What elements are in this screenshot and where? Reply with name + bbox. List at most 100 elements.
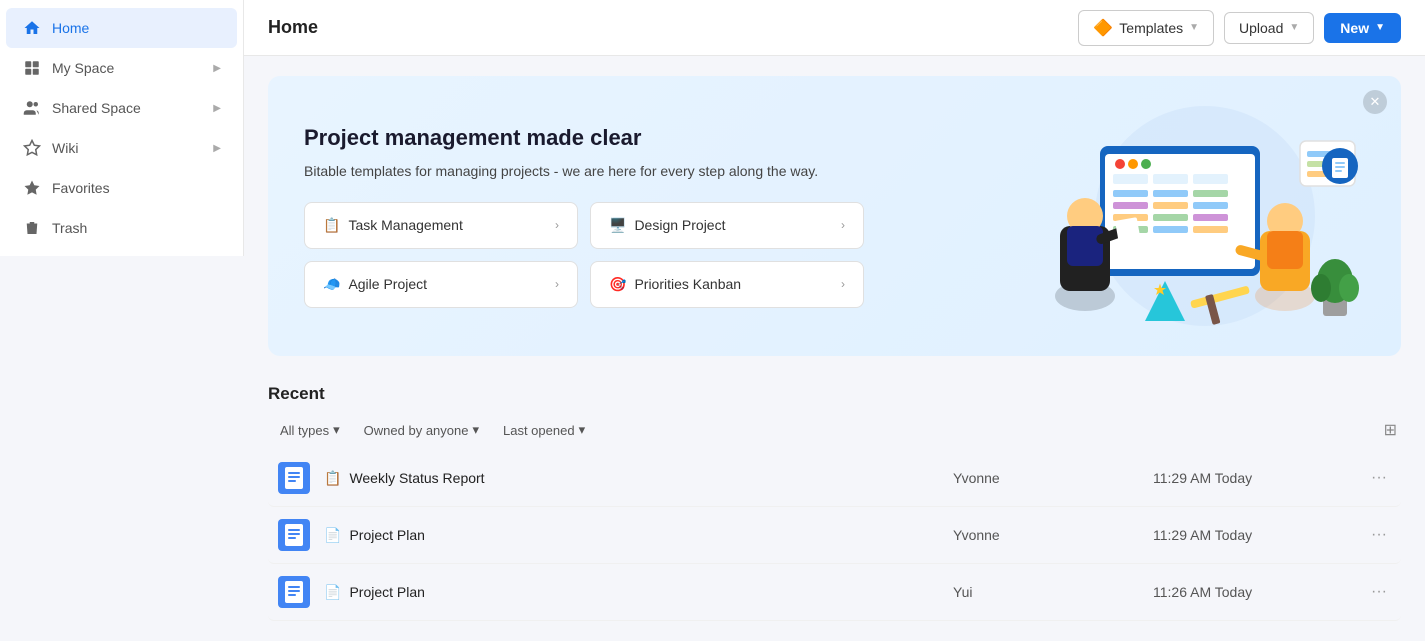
sharedspace-icon [22,98,42,118]
trash-icon [22,218,42,238]
agile-project-emoji: 🧢 [323,276,340,293]
agile-project-label: Agile Project [348,276,427,292]
type-filter-arrow: ▾ [333,422,340,438]
chevron-right-icon: › [841,218,845,232]
table-row[interactable]: 📄 Project Plan Yui 11:26 AM Today ··· [268,564,1401,621]
more-options-button[interactable]: ··· [1365,579,1393,605]
row-doc-icon [276,574,312,610]
more-options-button[interactable]: ··· [1365,522,1393,548]
row-doc-icon [276,517,312,553]
banner-cards: 📋 Task Management › 🖥️ Design Project › [304,202,864,308]
row-owner: Yvonne [953,527,1153,543]
row-prefix-emoji: 📋 [324,470,341,487]
recent-filters: All types ▾ Owned by anyone ▾ Last opene… [268,418,1401,442]
sidebar-item-label: Shared Space [52,100,141,116]
banner-text-section: Project management made clear Bitable te… [304,125,864,308]
owner-filter-label: Owned by anyone [364,423,469,438]
upload-arrow: ▼ [1289,22,1299,33]
recent-table: 📋 Weekly Status Report Yvonne 11:29 AM T… [268,450,1401,621]
sidebar-item-label: Trash [52,220,87,236]
owner-filter[interactable]: Owned by anyone ▾ [356,418,487,442]
row-actions: ··· [1353,522,1393,548]
dropdown-arrow: ▼ [1189,22,1199,33]
new-label: New [1340,20,1369,36]
chevron-right-icon: › [555,218,559,232]
row-filename: 📄 Project Plan [324,527,953,544]
banner-card-task-management[interactable]: 📋 Task Management › [304,202,578,249]
design-project-emoji: 🖥️ [609,217,626,234]
date-filter-label: Last opened [503,423,575,438]
home-icon [22,18,42,38]
page-title: Home [268,17,318,38]
table-row[interactable]: 📄 Project Plan Yvonne 11:29 AM Today ··· [268,507,1401,564]
banner-subtext: Bitable templates for managing projects … [304,161,864,182]
sidebar-item-label: Wiki [52,140,78,156]
sidebar-item-home[interactable]: Home [6,8,237,48]
row-owner: Yvonne [953,470,1153,486]
sidebar-item-label: Favorites [52,180,110,196]
new-arrow: ▼ [1375,22,1385,33]
templates-label: Templates [1119,20,1183,36]
sidebar-item-label: My Space [52,60,114,76]
table-row[interactable]: 📋 Weekly Status Report Yvonne 11:29 AM T… [268,450,1401,507]
row-name-text: Project Plan [349,584,424,600]
banner-card-agile-project[interactable]: 🧢 Agile Project › [304,261,578,308]
design-project-label: Design Project [634,217,725,233]
chevron-right-icon: › [841,277,845,291]
upload-button[interactable]: Upload ▼ [1224,12,1314,44]
recent-section: Recent All types ▾ Owned by anyone ▾ Las… [268,384,1401,621]
row-filename: 📋 Weekly Status Report [324,470,953,487]
row-doc-icon [276,460,312,496]
priorities-kanban-label: Priorities Kanban [634,276,741,292]
sidebar-item-trash[interactable]: Trash [6,208,237,248]
sidebar-item-wiki[interactable]: Wiki ▶ [6,128,237,168]
sidebar-item-label: Home [52,20,89,36]
row-name-text: Project Plan [349,527,424,543]
type-filter[interactable]: All types ▾ [272,418,348,442]
sidebar-item-sharedspace[interactable]: Shared Space ▶ [6,88,237,128]
main-content: Home 🔶 Templates ▼ Upload ▼ New ▼ ✕ Proj… [244,0,1425,641]
page-content: ✕ Project management made clear Bitable … [244,56,1425,641]
myspace-icon [22,58,42,78]
grid-view-icon[interactable]: ⊞ [1384,420,1397,440]
row-prefix-emoji: 📄 [324,527,341,544]
new-button[interactable]: New ▼ [1324,13,1401,43]
filter-group: All types ▾ Owned by anyone ▾ Last opene… [272,418,593,442]
expand-icon: ▶ [213,63,221,74]
banner-illustration [1005,96,1365,336]
row-filename: 📄 Project Plan [324,584,953,601]
sidebar-item-favorites[interactable]: Favorites [6,168,237,208]
header: Home 🔶 Templates ▼ Upload ▼ New ▼ [244,0,1425,56]
task-management-label: Task Management [348,217,462,233]
chevron-right-icon: › [555,277,559,291]
favorites-icon [22,178,42,198]
upload-label: Upload [1239,20,1283,36]
row-prefix-emoji: 📄 [324,584,341,601]
date-filter-arrow: ▾ [579,422,586,438]
templates-icon: 🔶 [1093,18,1113,38]
banner-card-priorities-kanban[interactable]: 🎯 Priorities Kanban › [590,261,864,308]
type-filter-label: All types [280,423,329,438]
recent-title: Recent [268,384,1401,404]
row-actions: ··· [1353,579,1393,605]
owner-filter-arrow: ▾ [472,422,479,438]
row-date: 11:29 AM Today [1153,470,1353,486]
more-options-button[interactable]: ··· [1365,465,1393,491]
priorities-kanban-emoji: 🎯 [609,276,626,293]
expand-icon: ▶ [213,103,221,114]
promo-banner: ✕ Project management made clear Bitable … [268,76,1401,356]
header-actions: 🔶 Templates ▼ Upload ▼ New ▼ [1078,10,1401,46]
task-management-emoji: 📋 [323,217,340,234]
row-date: 11:29 AM Today [1153,527,1353,543]
row-name-text: Weekly Status Report [349,470,484,486]
banner-close-button[interactable]: ✕ [1363,90,1387,114]
row-owner: Yui [953,584,1153,600]
date-filter[interactable]: Last opened ▾ [495,418,593,442]
row-actions: ··· [1353,465,1393,491]
banner-card-design-project[interactable]: 🖥️ Design Project › [590,202,864,249]
templates-button[interactable]: 🔶 Templates ▼ [1078,10,1214,46]
expand-icon: ▶ [213,143,221,154]
sidebar: Home My Space ▶ Shared Space ▶ Wiki ▶ [0,0,244,641]
banner-heading: Project management made clear [304,125,864,151]
sidebar-item-myspace[interactable]: My Space ▶ [6,48,237,88]
